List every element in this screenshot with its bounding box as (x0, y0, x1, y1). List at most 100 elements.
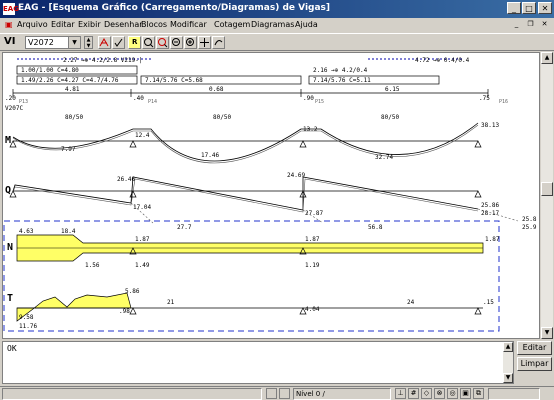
mdi-restore-icon[interactable]: ❐ (525, 19, 536, 30)
normal-v7: 1.19 (305, 262, 320, 269)
mdi-minimize-icon[interactable]: _ (511, 19, 522, 30)
layer-icon[interactable]: ◎ (447, 388, 458, 399)
shear-curve (12, 176, 479, 211)
menu-arquivo[interactable]: Arquivo (17, 20, 48, 29)
normal-v5: 1.49 (135, 262, 150, 269)
command-console[interactable]: OK (2, 341, 514, 384)
chevron-down-icon[interactable]: ▼ (68, 37, 80, 48)
scroll-up-icon[interactable]: ▲ (541, 52, 553, 64)
normal-v3: 1.56 (85, 262, 100, 269)
beam-name: V207C (5, 105, 23, 112)
osnap-icon[interactable]: ⊗ (434, 388, 445, 399)
normal-v2: 18.4 (61, 228, 76, 235)
dim-span1: 4.81 (65, 86, 80, 93)
shear-v10: 25.9 (522, 224, 537, 231)
zoom-all-icon[interactable] (170, 36, 183, 49)
menu-diagramas[interactable]: Diagramas (251, 20, 294, 29)
drawing-canvas[interactable]: 2.27 →⊕ 4.2/2.8 V219-| 4.72 →⊕ 0.4/0.4 1… (2, 52, 540, 339)
moment-curve-2 (12, 124, 479, 164)
dim-span3: 6.15 (385, 86, 400, 93)
menu-exibir[interactable]: Exibir (78, 20, 101, 29)
app-logo: EAG (3, 3, 19, 15)
snap-icon[interactable]: ◇ (421, 388, 432, 399)
load-right-top: 4.72 →⊕ 0.4/0.4 (415, 57, 470, 64)
beam-section-icon[interactable] (98, 36, 111, 49)
menu-modificar[interactable]: Modificar (170, 20, 207, 29)
load-box2: 7.14/5.76 C=5.68 (145, 77, 203, 84)
console-output: OK (7, 344, 17, 353)
zoom-window-icon[interactable] (156, 36, 169, 49)
mdi-doc-icon[interactable]: ▣ (5, 20, 13, 29)
shear-v3: 27.7 (177, 224, 192, 231)
status-panel-main (2, 388, 262, 400)
clear-button[interactable]: Limpar (517, 357, 552, 371)
grid-icon[interactable]: # (408, 388, 419, 399)
load-box1-line1: 1.00/1.00 C=4.80 (21, 67, 79, 74)
ortho-icon[interactable]: ⊥ (395, 388, 406, 399)
title-bar: EAG EAG - [Esquema Gráfico (Carregamento… (0, 0, 554, 18)
beam-select[interactable]: V2072 ▼ (25, 36, 81, 49)
edit-button[interactable]: Editar (517, 341, 552, 355)
shear-v8: 28.17 (481, 210, 499, 217)
scroll-down-icon[interactable]: ▼ (541, 327, 553, 339)
torsion-v1: 9.58 (19, 314, 34, 321)
support-markers (9, 140, 482, 315)
torsion-v8: .15 (483, 299, 494, 306)
torsion-label: T (7, 293, 13, 304)
torsion-v2: 11.76 (19, 323, 37, 330)
pan-icon[interactable] (198, 36, 211, 49)
load-left-top: 2.27 →⊕ 4.2/2.8 V219-| (63, 57, 142, 64)
status-icon-1[interactable] (266, 388, 277, 399)
redraw-icon[interactable] (212, 36, 225, 49)
moment-v2: 12.4 (135, 132, 150, 139)
minimize-button[interactable]: _ (507, 2, 521, 14)
torsion-v7: 24 (407, 299, 415, 306)
torsion-v5: 21 (167, 299, 175, 306)
toolbar-label: VI (4, 36, 16, 47)
menu-blocos[interactable]: Blocos (141, 20, 167, 29)
menu-desenhar[interactable]: Desenhar (104, 20, 143, 29)
close-button[interactable]: ✕ (538, 2, 552, 14)
load-box3-line1: 2.16 →⊕ 4.2/0.4 (313, 67, 368, 74)
menu-bar: ▣ Arquivo Editar Exibir Desenhar Blocos … (0, 18, 554, 33)
dim-left: .20 (5, 95, 16, 102)
shear-v2: 17.04 (133, 204, 151, 211)
shear-v6: 56.8 (368, 224, 383, 231)
load-box3-line2: 7.14/5.76 C=5.11 (313, 77, 371, 84)
beam-select-value: V2072 (28, 38, 54, 47)
maximize-button[interactable]: □ (522, 2, 536, 14)
moment-v1: 7.97 (61, 146, 76, 153)
torsion-v6: 4.04 (305, 306, 320, 313)
console-scroll-up-icon[interactable]: ▲ (503, 342, 513, 352)
section-span3: 80/50 (381, 114, 399, 121)
model-icon[interactable]: ⧉ (473, 388, 484, 399)
r-icon[interactable]: R (128, 36, 141, 49)
scroll-thumb[interactable] (541, 182, 553, 196)
zoom-in-icon[interactable] (142, 36, 155, 49)
status-icon-2[interactable] (279, 388, 290, 399)
check-icon[interactable] (112, 36, 125, 49)
status-bar: Nível 0 / ⊥ # ◇ ⊗ ◎ ▣ ⧉ (0, 386, 554, 400)
vertical-scrollbar[interactable]: ▲ ▼ (541, 52, 553, 339)
normal-v4: 1.87 (135, 236, 150, 243)
zoom-out-icon[interactable] (184, 36, 197, 49)
mdi-close-icon[interactable]: ✕ (539, 19, 550, 30)
console-scrollbar[interactable]: ▲ ▼ (503, 342, 513, 383)
beam-diagram-svg: 2.27 →⊕ 4.2/2.8 V219-| 4.72 →⊕ 0.4/0.4 1… (3, 57, 537, 332)
status-panel-end (488, 388, 540, 400)
console-scroll-down-icon[interactable]: ▼ (503, 373, 513, 383)
menu-cotagem[interactable]: Cotagem (214, 20, 250, 29)
section-span2: 80/50 (213, 114, 231, 121)
dim-right: .75 (479, 95, 490, 102)
menu-ajuda[interactable]: Ajuda (295, 20, 318, 29)
dim-span2: 0.68 (209, 86, 224, 93)
polar-icon[interactable]: ▣ (460, 388, 471, 399)
normal-v1: 4.63 (19, 228, 34, 235)
window-title: EAG - [Esquema Gráfico (Carregamento/Dia… (18, 3, 331, 13)
section-span1: 80/50 (65, 114, 83, 121)
selection-rectangle[interactable] (3, 220, 500, 332)
shear-v5: 27.87 (305, 210, 323, 217)
beam-spinner[interactable]: ▲ ▼ (84, 36, 93, 49)
shear-label: Q (5, 185, 11, 196)
menu-editar[interactable]: Editar (51, 20, 75, 29)
